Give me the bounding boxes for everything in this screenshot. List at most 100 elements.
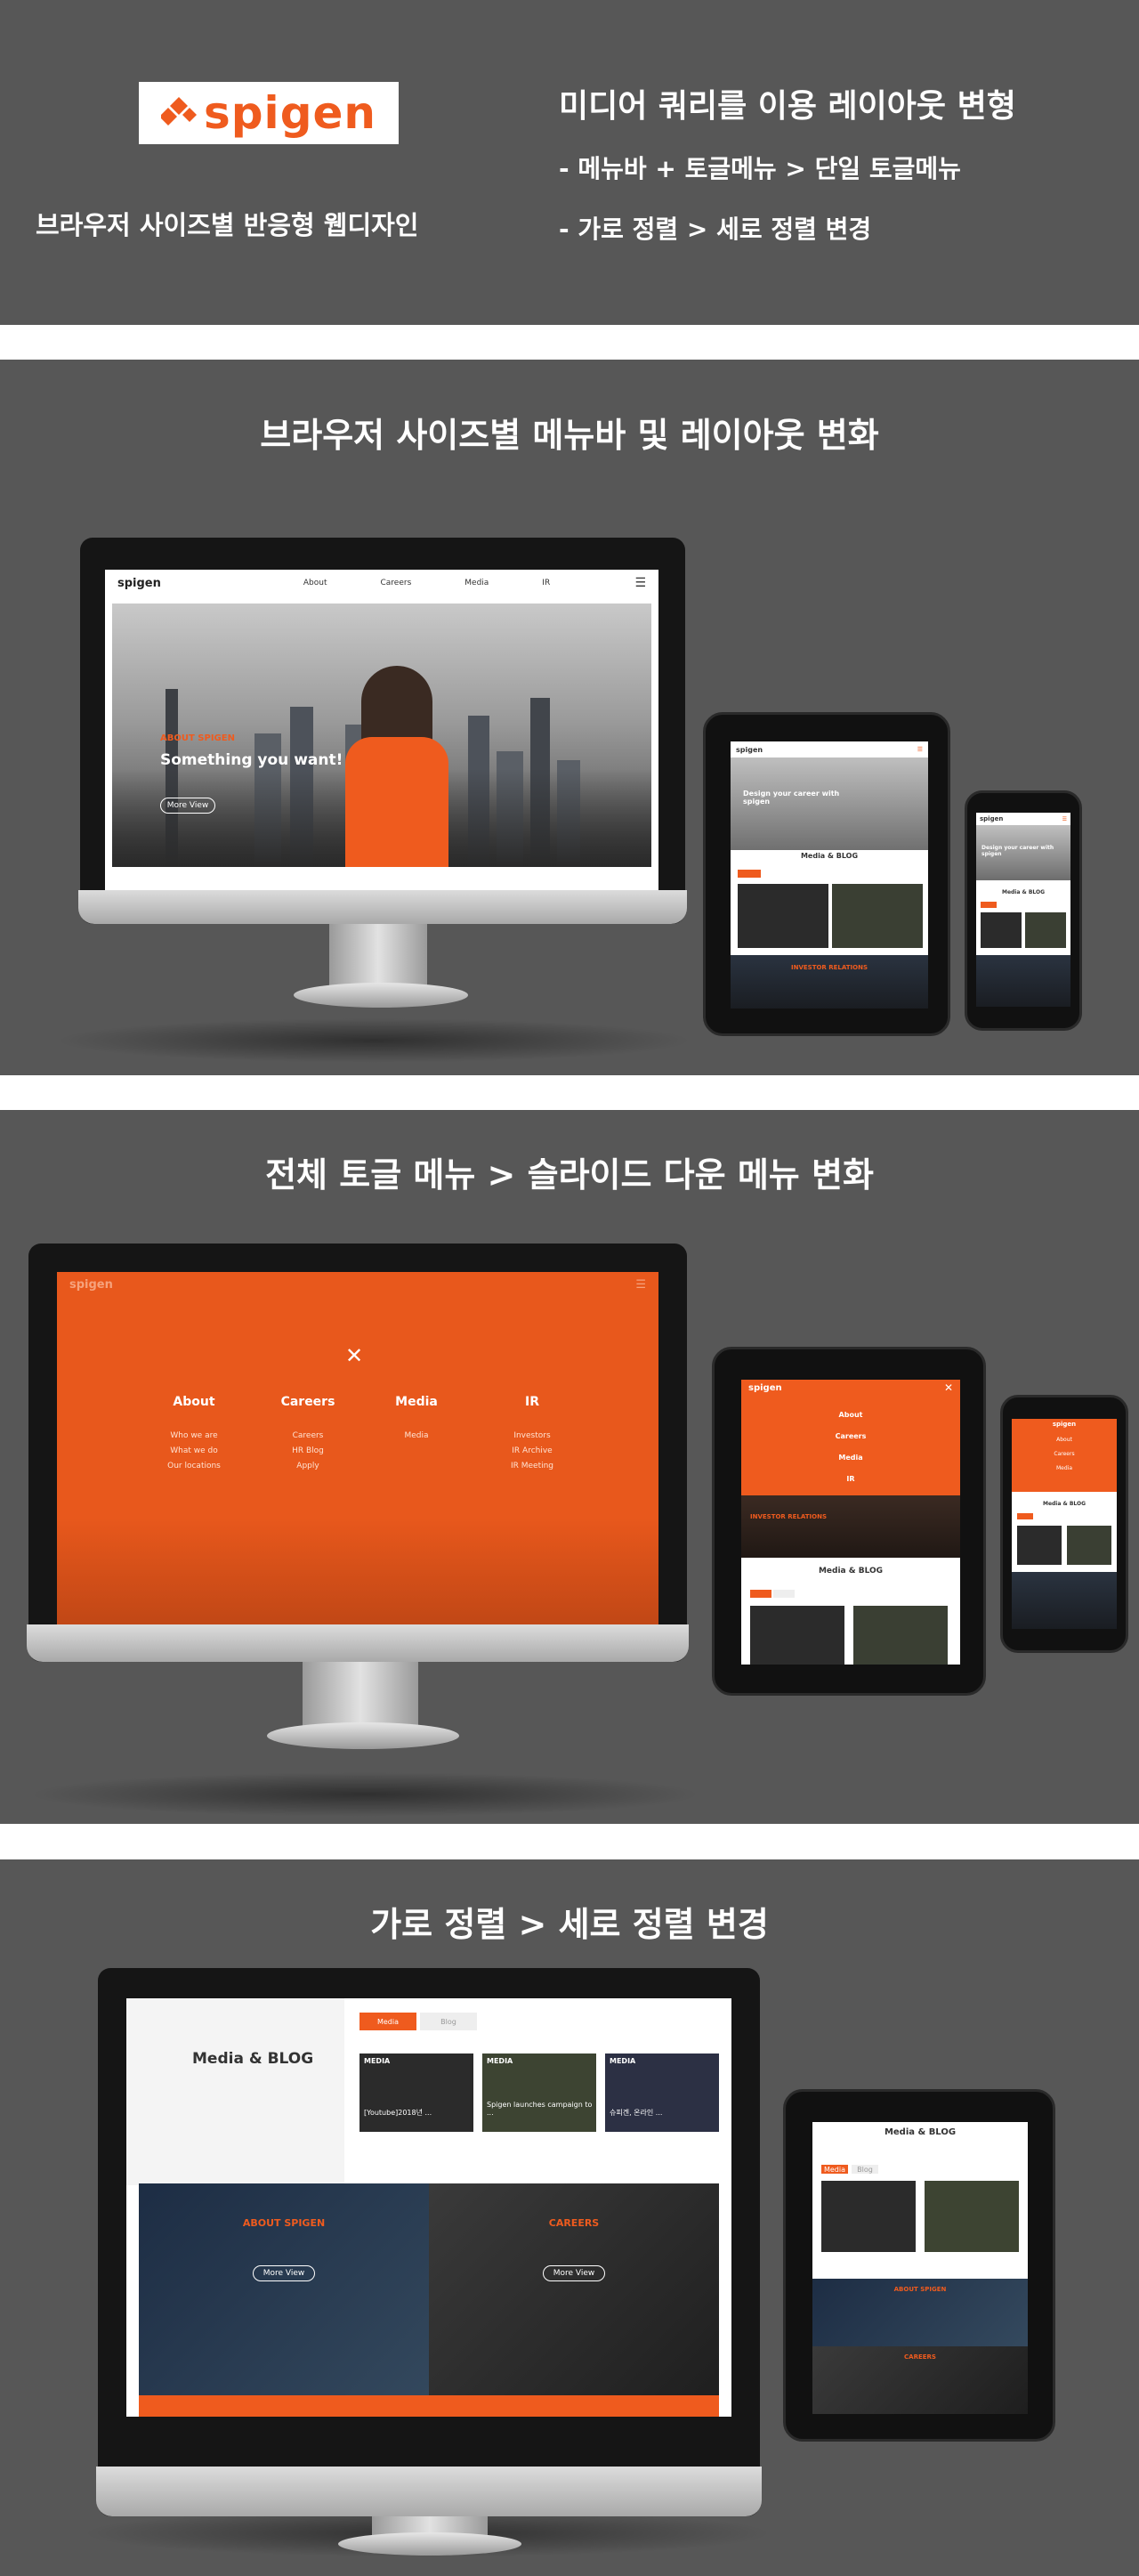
intro-bullet-1: - 메뉴바 + 토글메뉴 > 단일 토글메뉴 xyxy=(559,154,961,183)
section-title: 브라우저 사이즈별 메뉴바 및 레이아웃 변화 xyxy=(260,416,879,455)
menu-item[interactable]: Careers xyxy=(246,1429,370,1444)
phone-device: spigen ☰ Design your career with spigen … xyxy=(965,790,1082,1031)
phone-card[interactable] xyxy=(1067,1526,1111,1565)
tablet-tab-media[interactable]: Media xyxy=(821,2165,848,2174)
hamburger-icon[interactable]: ☰ xyxy=(917,746,923,753)
menu-heading[interactable]: About xyxy=(132,1395,256,1409)
menu-overlay-screen: spigen ☰ ✕ About Who we are What we do O… xyxy=(57,1272,658,1624)
menu-item[interactable]: About xyxy=(741,1405,960,1426)
monitor-shadow xyxy=(27,1772,703,1817)
nav-media[interactable]: Media xyxy=(464,579,489,587)
phone-card[interactable] xyxy=(981,912,1022,948)
tablet-device: Media & BLOG Media Blog ABOUT SPIGEN CAR… xyxy=(783,2089,1055,2442)
spigen-logo: spigen xyxy=(139,82,399,144)
menu-item[interactable]: About xyxy=(1012,1433,1117,1447)
menu-column-ir: IR Investors IR Archive IR Meeting xyxy=(470,1395,594,1474)
tab-blog[interactable]: Blog xyxy=(420,2013,477,2030)
tablet-card[interactable] xyxy=(738,884,828,948)
menu-item[interactable]: Media xyxy=(1012,1462,1117,1476)
phone-tab-media[interactable] xyxy=(1017,1513,1033,1519)
menu-item[interactable]: Careers xyxy=(1012,1447,1117,1462)
desktop-logo[interactable]: spigen xyxy=(117,577,161,590)
menu-item[interactable]: Who we are xyxy=(132,1429,256,1444)
overlay-logo[interactable]: spigen xyxy=(69,1278,113,1292)
hero-more-button[interactable]: More View xyxy=(160,798,215,814)
phone-screen: spigen About Careers Media Media & BLOG xyxy=(1012,1419,1117,1629)
tablet-section-title: Media & BLOG xyxy=(800,852,859,860)
media-card[interactable]: MEDIA 슈피겐, 온라인 ... xyxy=(605,2054,719,2132)
monitor-shadow xyxy=(53,1018,694,1063)
careers-title: CAREERS xyxy=(548,2217,600,2229)
tablet-careers-title: CAREERS xyxy=(904,2353,936,2361)
monitor-chin xyxy=(27,1624,689,1662)
tablet-card[interactable] xyxy=(750,1606,844,1665)
tagline: 브라우저 사이즈별 반응형 웹디자인 xyxy=(36,210,419,240)
careers-panel: CAREERS More View xyxy=(429,2183,719,2417)
overlay-navbar: spigen ☰ xyxy=(57,1272,658,1297)
media-card[interactable]: MEDIA [Youtube]2018년 ... xyxy=(359,2054,473,2132)
menu-heading[interactable]: Careers xyxy=(246,1395,370,1409)
menu-item[interactable]: IR Archive xyxy=(470,1444,594,1459)
menu-item[interactable]: Media xyxy=(741,1447,960,1469)
phone-logo[interactable]: spigen xyxy=(1012,1421,1117,1428)
hamburger-icon[interactable]: ☰ xyxy=(634,576,646,590)
hero-image: ABOUT SPIGEN Something you want! More Vi… xyxy=(112,603,651,867)
menu-item[interactable]: Investors xyxy=(470,1429,594,1444)
tablet-tab-blog[interactable] xyxy=(773,1590,795,1598)
nav-ir[interactable]: IR xyxy=(542,579,550,587)
careers-more-button[interactable]: More View xyxy=(543,2265,605,2281)
tablet-card[interactable] xyxy=(821,2181,916,2252)
phone-hero: Design your career with spigen xyxy=(976,825,1070,880)
responsive-layout-panel: 브라우저 사이즈별 메뉴바 및 레이아웃 변화 spigen About Car… xyxy=(0,360,1139,1075)
card-tag: MEDIA xyxy=(487,2057,513,2065)
about-more-button[interactable]: More View xyxy=(253,2265,315,2281)
phone-tab-media[interactable] xyxy=(981,902,997,908)
tablet-tab-blog[interactable]: Blog xyxy=(852,2165,878,2174)
tablet-tab-media[interactable] xyxy=(750,1590,771,1598)
desktop-monitor: Media & BLOG Media Blog MEDIA [Youtube]2… xyxy=(96,1968,762,2516)
tablet-footer-image: INVESTOR RELATIONS xyxy=(731,955,928,1009)
desktop-monitor: spigen ☰ ✕ About Who we are What we do O… xyxy=(27,1243,689,1662)
menu-item[interactable]: Our locations xyxy=(132,1459,256,1474)
menu-item[interactable]: IR Meeting xyxy=(470,1459,594,1474)
phone-card[interactable] xyxy=(1017,1526,1062,1565)
hamburger-icon[interactable]: ☰ xyxy=(1062,816,1067,822)
menu-item[interactable]: Apply xyxy=(246,1459,370,1474)
menu-heading[interactable]: IR xyxy=(470,1395,594,1409)
close-icon[interactable]: ✕ xyxy=(944,1381,953,1394)
tablet-logo[interactable]: spigen xyxy=(736,746,763,754)
tablet-screen: Media & BLOG Media Blog ABOUT SPIGEN CAR… xyxy=(812,2122,1028,2414)
tablet-tab-media[interactable] xyxy=(738,870,761,878)
menu-item[interactable]: HR Blog xyxy=(246,1444,370,1459)
tablet-card[interactable] xyxy=(853,1606,948,1665)
phone-section-title: Media & BLOG xyxy=(1001,889,1046,895)
menu-item[interactable]: Careers xyxy=(741,1426,960,1447)
menu-item[interactable]: IR xyxy=(741,1469,960,1490)
menu-item[interactable]: What we do xyxy=(132,1444,256,1459)
desktop-screen: spigen About Careers Media IR ☰ ABOUT SP… xyxy=(105,570,658,890)
hamburger-icon[interactable]: ☰ xyxy=(635,1278,646,1292)
tablet-logo[interactable]: spigen xyxy=(748,1383,782,1393)
nav-careers[interactable]: Careers xyxy=(381,579,412,587)
section-title: 가로 정렬 > 세로 정렬 변경 xyxy=(370,1905,769,1944)
phone-device: spigen About Careers Media Media & BLOG xyxy=(1000,1395,1128,1653)
phone-card[interactable] xyxy=(1025,912,1066,948)
about-panel: ABOUT SPIGEN More View xyxy=(139,2183,429,2417)
intro-heading: 미디어 쿼리를 이용 레이아웃 변형 xyxy=(559,88,1016,125)
menu-heading[interactable]: Media xyxy=(354,1395,479,1409)
menu-item[interactable]: Media xyxy=(354,1429,479,1444)
toggle-menu-panel: 전체 토글 메뉴 > 슬라이드 다운 메뉴 변화 spigen ☰ ✕ Abou… xyxy=(0,1110,1139,1824)
tablet-device: spigen ✕ About Careers Media IR INVESTOR… xyxy=(712,1347,986,1696)
phone-logo[interactable]: spigen xyxy=(980,815,1003,822)
tab-media[interactable]: Media xyxy=(359,2013,416,2030)
tablet-navbar: spigen ☰ xyxy=(731,741,928,757)
tablet-card[interactable] xyxy=(832,884,923,948)
tablet-card[interactable] xyxy=(925,2181,1019,2252)
spigen-mark-icon xyxy=(161,97,197,126)
phone-footer-image xyxy=(1012,1572,1117,1629)
tablet-screen: spigen ✕ About Careers Media IR INVESTOR… xyxy=(741,1380,960,1665)
nav-about[interactable]: About xyxy=(303,579,327,587)
close-icon[interactable]: ✕ xyxy=(345,1343,363,1368)
card-tag: MEDIA xyxy=(364,2057,391,2065)
media-card[interactable]: MEDIA Spigen launches campaign to ... xyxy=(482,2054,596,2132)
